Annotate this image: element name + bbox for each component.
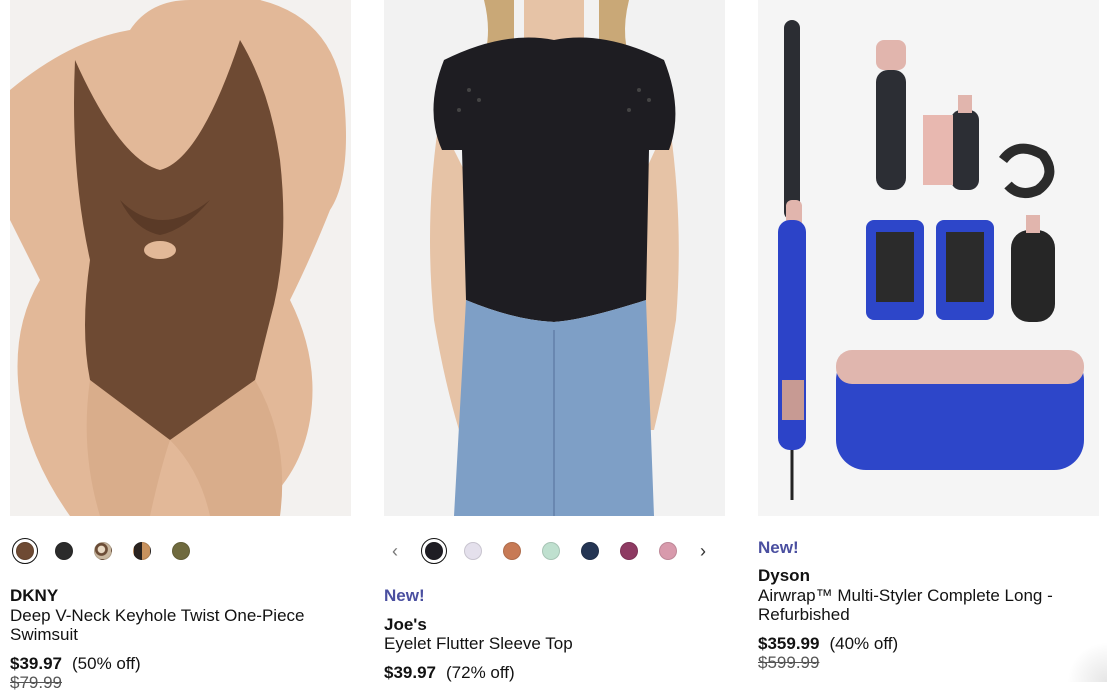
swimsuit-image bbox=[10, 0, 351, 516]
color-swatch[interactable] bbox=[133, 542, 151, 560]
price-row: $39.97 (72% off) bbox=[384, 663, 515, 683]
product-image[interactable] bbox=[10, 0, 351, 516]
color-swatch[interactable] bbox=[659, 542, 677, 560]
product-title[interactable]: Eyelet Flutter Sleeve Top bbox=[384, 634, 725, 653]
color-swatch[interactable] bbox=[94, 542, 112, 560]
product-image[interactable] bbox=[384, 0, 725, 516]
scroll-fade bbox=[1067, 642, 1107, 682]
color-swatch[interactable] bbox=[464, 542, 482, 560]
price-row: $359.99 (40% off) bbox=[758, 634, 898, 654]
discount-label: (50% off) bbox=[72, 654, 141, 673]
discount-label: (72% off) bbox=[446, 663, 515, 682]
product-title[interactable]: Airwrap™ Multi-Styler Complete Long - Re… bbox=[758, 586, 1099, 624]
color-swatch[interactable] bbox=[12, 538, 38, 564]
color-swatch[interactable] bbox=[421, 538, 447, 564]
new-badge: New! bbox=[758, 538, 799, 557]
new-badge: New! bbox=[384, 586, 425, 605]
color-swatch[interactable] bbox=[55, 542, 73, 560]
product-brand[interactable]: DKNY bbox=[10, 586, 58, 606]
original-price: $599.99 bbox=[758, 653, 820, 672]
product-card[interactable]: DKNY Deep V-Neck Keyhole Twist One-Piece… bbox=[10, 0, 351, 692]
color-swatches bbox=[10, 536, 351, 566]
product-brand[interactable]: Joe's bbox=[384, 615, 427, 635]
product-title[interactable]: Deep V-Neck Keyhole Twist One-Piece Swim… bbox=[10, 606, 351, 644]
product-card[interactable]: ‹ › New! Joe's Eyelet Flutter Sleeve Top… bbox=[384, 0, 725, 682]
discount-label: (40% off) bbox=[829, 634, 899, 653]
product-image[interactable] bbox=[758, 0, 1099, 516]
black-top-image bbox=[384, 0, 725, 516]
color-swatch[interactable] bbox=[581, 542, 599, 560]
sale-price: $359.99 bbox=[758, 634, 820, 653]
color-swatch[interactable] bbox=[542, 542, 560, 560]
chevron-right-icon[interactable]: › bbox=[692, 536, 714, 566]
sale-price: $39.97 bbox=[10, 654, 62, 673]
price-row: $39.97 (50% off) bbox=[10, 654, 141, 674]
chevron-left-icon[interactable]: ‹ bbox=[384, 536, 406, 566]
sale-price: $39.97 bbox=[384, 663, 436, 682]
color-swatch[interactable] bbox=[620, 542, 638, 560]
product-brand[interactable]: Dyson bbox=[758, 566, 810, 586]
product-grid: DKNY Deep V-Neck Keyhole Twist One-Piece… bbox=[0, 0, 1107, 692]
color-swatch[interactable] bbox=[503, 542, 521, 560]
original-price: $79.99 bbox=[10, 673, 62, 692]
color-swatches: ‹ › bbox=[384, 536, 725, 566]
product-card[interactable]: New! Dyson Airwrap™ Multi-Styler Complet… bbox=[758, 0, 1099, 682]
color-swatch[interactable] bbox=[172, 542, 190, 560]
hair-styler-set-image bbox=[758, 0, 1099, 516]
